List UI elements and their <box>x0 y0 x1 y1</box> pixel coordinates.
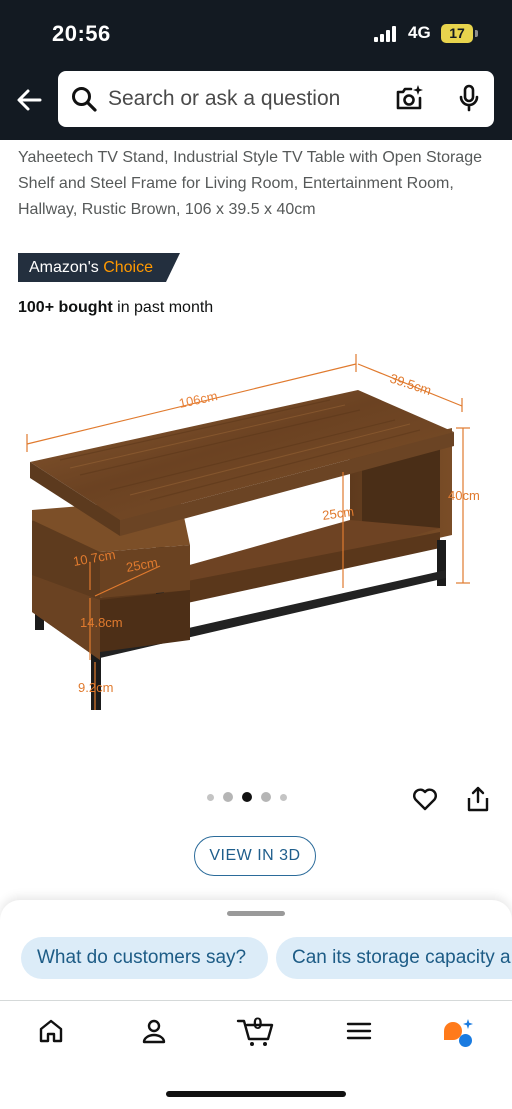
battery-icon: 17 <box>441 24 473 43</box>
home-icon[interactable] <box>37 1017 65 1045</box>
signal-icon <box>374 26 396 42</box>
battery-tip <box>475 30 478 37</box>
cart-count: 0 <box>253 1014 263 1033</box>
amazons-choice-badge[interactable]: Amazon's Choice <box>18 253 180 282</box>
bought-count: 100+ bought in past month <box>18 299 213 317</box>
back-arrow-icon[interactable] <box>14 84 46 116</box>
account-icon[interactable] <box>140 1017 168 1045</box>
dim-height: 40cm <box>448 488 480 503</box>
image-carousel-dots[interactable] <box>207 792 287 802</box>
dim-width: 106cm <box>178 388 219 411</box>
suggestions-sheet: What do customers say? Can its storage c… <box>0 900 512 1010</box>
badge-prefix: Amazon's <box>29 259 99 276</box>
dim-leg-height: 9.2cm <box>78 680 113 695</box>
microphone-icon[interactable] <box>454 83 484 113</box>
search-input[interactable]: Search or ask a question <box>58 71 494 127</box>
carousel-dot[interactable] <box>261 792 271 802</box>
search-icon <box>72 87 97 112</box>
view-in-3d-button[interactable]: VIEW IN 3D <box>194 836 316 876</box>
carousel-dot-active[interactable] <box>242 792 252 802</box>
carousel-dot[interactable] <box>207 793 214 801</box>
menu-icon[interactable] <box>345 1017 373 1045</box>
rufus-assistant-icon[interactable] <box>440 1017 476 1049</box>
bought-bold: 100+ bought <box>18 299 113 316</box>
heart-icon[interactable] <box>411 785 439 813</box>
suggestion-pill-customers[interactable]: What do customers say? <box>21 937 268 979</box>
share-icon[interactable] <box>465 785 491 813</box>
camera-search-icon[interactable] <box>394 83 424 113</box>
search-header: Search or ask a question <box>0 64 512 140</box>
badge-choice: Choice <box>103 259 154 276</box>
dim-side-height: 14.8cm <box>80 615 123 630</box>
status-bar: 20:56 4G 17 <box>0 0 512 64</box>
bought-rest: in past month <box>112 299 214 316</box>
cart-tab[interactable]: 0 <box>236 1013 276 1047</box>
status-time: 20:56 <box>52 21 111 46</box>
dim-depth: 39.5cm <box>388 371 433 398</box>
sheet-handle[interactable] <box>227 911 285 916</box>
network-label: 4G <box>408 23 431 42</box>
product-title: Yaheetech TV Stand, Industrial Style TV … <box>18 149 482 218</box>
suggestion-pill-storage[interactable]: Can its storage capacity a <box>276 937 512 979</box>
carousel-dot[interactable] <box>280 793 287 801</box>
search-placeholder: Search or ask a question <box>108 87 341 110</box>
product-image[interactable]: 106cm 39.5cm 40cm 25cm 10.7cm 25cm 14.8c… <box>0 340 512 740</box>
home-indicator <box>166 1091 346 1097</box>
carousel-dot[interactable] <box>223 792 233 802</box>
